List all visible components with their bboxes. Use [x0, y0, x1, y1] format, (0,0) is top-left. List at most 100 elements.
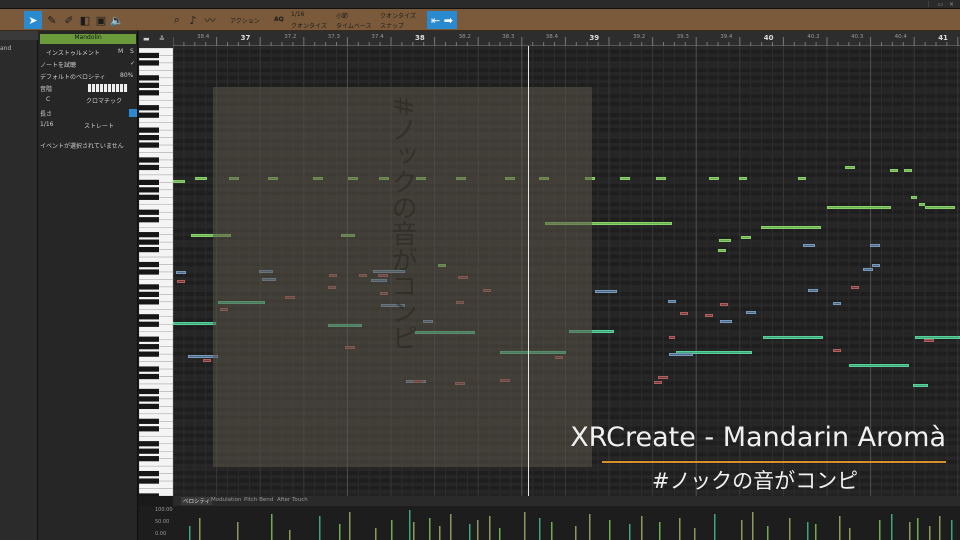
midi-note[interactable] — [761, 226, 821, 229]
midi-note[interactable] — [904, 169, 912, 172]
key-select[interactable]: C — [46, 96, 50, 103]
tab-pitch-bend[interactable]: Pitch Bend — [244, 497, 273, 503]
tab-velocity[interactable]: ベロシティ — [181, 497, 213, 505]
midi-note[interactable] — [919, 203, 925, 206]
midi-note[interactable] — [924, 339, 934, 342]
midi-note[interactable] — [176, 271, 186, 274]
midi-note[interactable] — [173, 322, 216, 325]
follow-toggle-icon[interactable]: ⇤ ➡ — [427, 11, 457, 29]
midi-note[interactable] — [669, 353, 693, 356]
black-key — [139, 105, 159, 111]
ruler-label: 37.3 — [327, 34, 341, 40]
midi-note[interactable] — [595, 290, 617, 293]
black-key — [139, 284, 159, 290]
midi-note[interactable] — [798, 177, 806, 180]
velocity-lane[interactable]: 100.00 50.00 0.00 — [139, 506, 960, 540]
velocity-bar — [767, 526, 769, 540]
key-row: C クロマチック — [40, 96, 136, 105]
audition-row[interactable]: ノートを試聴 ✓ — [40, 60, 136, 69]
midi-note[interactable] — [851, 286, 859, 289]
ruler-label: 37.2 — [284, 34, 297, 40]
watermark-title: XRCreate - Mandarin Aromà — [570, 422, 946, 453]
midi-note[interactable] — [890, 169, 898, 172]
timebase-value[interactable]: 小節 — [336, 11, 348, 20]
midi-note[interactable] — [709, 177, 719, 180]
velocity-bar — [189, 526, 191, 540]
wave-tool-icon[interactable]: 〰 — [201, 11, 219, 29]
playhead-line[interactable] — [528, 46, 529, 496]
tab-modulation[interactable]: Modulation — [211, 497, 242, 503]
midi-note[interactable] — [925, 206, 955, 209]
midi-note[interactable] — [720, 303, 728, 306]
midi-note[interactable] — [870, 244, 880, 247]
watermark-underline — [602, 461, 946, 463]
piano-keys-svg[interactable] — [139, 48, 173, 496]
midi-note[interactable] — [658, 376, 668, 379]
black-key — [139, 157, 159, 163]
midi-note[interactable] — [739, 177, 747, 180]
midi-note[interactable] — [718, 249, 726, 252]
audition-checkbox[interactable]: ✓ — [130, 60, 135, 67]
midi-note[interactable] — [913, 384, 928, 387]
midi-note[interactable] — [827, 206, 891, 209]
length-mode[interactable]: ストレート — [84, 121, 114, 130]
midi-note[interactable] — [719, 239, 731, 242]
midi-note[interactable] — [833, 349, 841, 352]
overlay-vertical-text: #ノックの音がコンピ — [387, 95, 417, 351]
midi-note[interactable] — [195, 177, 207, 180]
midi-note[interactable] — [669, 336, 675, 339]
scale-select[interactable]: クロマチック — [86, 96, 122, 105]
midi-note[interactable] — [203, 359, 211, 362]
length-quantize-icon[interactable] — [129, 109, 137, 117]
midi-note[interactable] — [720, 320, 732, 323]
track-name[interactable]: and — [0, 45, 11, 52]
listen-tool-icon[interactable]: 🔈 — [108, 11, 126, 29]
black-key — [139, 217, 159, 223]
piano-keyboard[interactable] — [139, 48, 173, 496]
length-value[interactable]: 1/16 — [40, 121, 53, 128]
snap-value[interactable]: クオンタイズ — [380, 11, 416, 20]
midi-note[interactable] — [668, 300, 676, 303]
midi-note[interactable] — [173, 180, 185, 183]
mute-button[interactable]: M — [118, 48, 123, 55]
midi-note[interactable] — [741, 236, 751, 239]
midi-note[interactable] — [177, 280, 185, 283]
black-key — [139, 187, 159, 193]
default-velocity-value[interactable]: 80% — [120, 72, 133, 79]
midi-note[interactable] — [849, 364, 909, 367]
midi-note[interactable] — [654, 381, 662, 384]
grid-row — [173, 60, 960, 65]
arrow-tool-icon[interactable]: ➤ — [24, 11, 42, 29]
midi-note[interactable] — [845, 166, 855, 169]
window-controls[interactable]: ⋮ ▭ ✕ — [925, 1, 956, 8]
midi-note[interactable] — [863, 268, 873, 271]
velocity-bar — [391, 520, 393, 540]
action-menu[interactable]: アクション — [230, 16, 260, 25]
midi-note[interactable] — [656, 177, 666, 180]
midi-note[interactable] — [746, 311, 756, 314]
midi-note[interactable] — [803, 244, 815, 247]
midi-note[interactable] — [763, 336, 823, 339]
pencil-tool-icon[interactable]: ✎ — [43, 11, 61, 29]
midi-note[interactable] — [833, 302, 841, 305]
tempo-icon[interactable]: ≚ — [159, 35, 165, 43]
mic-tool-icon[interactable]: ♪ — [184, 11, 202, 29]
scale-keyboard-icon[interactable] — [88, 84, 128, 92]
midi-note[interactable] — [872, 264, 880, 267]
tab-after-touch[interactable]: After Touch — [277, 497, 308, 503]
midi-note[interactable] — [705, 314, 713, 317]
midi-note[interactable] — [680, 312, 688, 315]
midi-note[interactable] — [808, 289, 818, 292]
midi-note[interactable] — [911, 196, 917, 199]
aq-button[interactable]: AQ — [274, 16, 284, 23]
track-list-header — [0, 31, 38, 40]
grid-row — [173, 72, 960, 76]
timebase-label: タイムベース — [336, 23, 372, 30]
midi-note[interactable] — [915, 336, 960, 339]
quantize-value[interactable]: 1/16 — [291, 11, 304, 18]
timeline-ruler[interactable]: 38.4 37 37.2 37.3 37.4 38 38.2 38.3 38.4 39 39.2 39… — [172, 31, 960, 46]
midi-note[interactable] — [620, 177, 630, 180]
solo-button[interactable]: S — [130, 48, 134, 55]
loop-icon[interactable]: ▬ — [143, 35, 150, 43]
track-name-header[interactable]: Mandolin — [40, 34, 136, 44]
